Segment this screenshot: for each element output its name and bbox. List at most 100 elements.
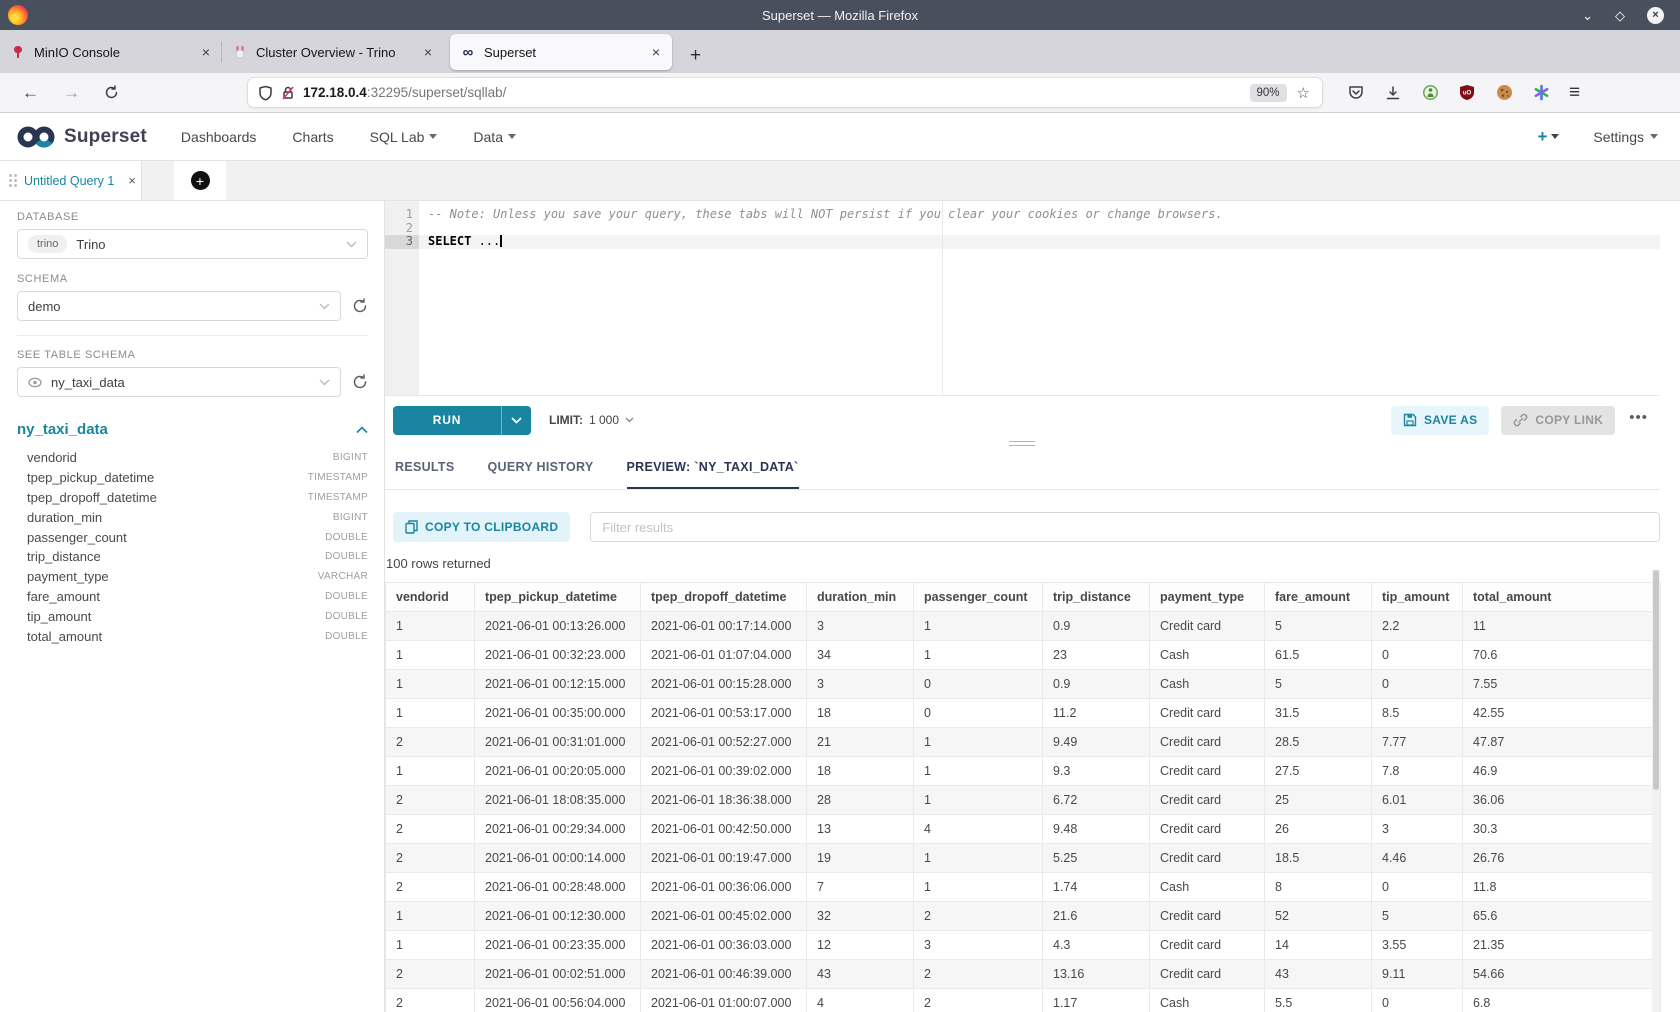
copy-link-button[interactable]: COPY LINK bbox=[1501, 406, 1615, 435]
table-cell: 46.9 bbox=[1463, 757, 1661, 786]
table-eye-icon bbox=[28, 377, 42, 388]
browser-tab-cluster-overview-trino[interactable]: Cluster Overview - Trino × bbox=[222, 34, 444, 70]
south-tab-results[interactable]: RESULTS bbox=[395, 444, 455, 489]
column-header-passenger_count[interactable]: passenger_count bbox=[914, 583, 1043, 612]
nav-item-data[interactable]: Data bbox=[473, 129, 516, 145]
menu-icon[interactable]: ≡ bbox=[1569, 82, 1580, 104]
table-cell: 1 bbox=[914, 873, 1043, 902]
url-bar[interactable]: 172.18.0.4:32295/superset/sqllab/ 90% ☆ bbox=[247, 77, 1323, 108]
copy-to-clipboard-button[interactable]: COPY TO CLIPBOARD bbox=[393, 512, 570, 542]
window-maximize-button[interactable]: ◇ bbox=[1615, 9, 1625, 22]
column-header-fare_amount[interactable]: fare_amount bbox=[1265, 583, 1372, 612]
table-schema-title[interactable]: ny_taxi_data bbox=[17, 421, 356, 438]
window-minimize-button[interactable]: ⌄ bbox=[1582, 9, 1593, 22]
refresh-schema-icon[interactable] bbox=[352, 298, 368, 314]
schema-select[interactable]: demo bbox=[17, 291, 341, 321]
minio-flamingo-icon bbox=[10, 44, 26, 60]
run-dropdown-button[interactable] bbox=[501, 406, 531, 435]
table-cell: 2021-06-01 00:42:50.000 bbox=[641, 815, 807, 844]
column-header-trip_distance[interactable]: trip_distance bbox=[1043, 583, 1150, 612]
insecure-lock-icon[interactable] bbox=[281, 85, 295, 101]
collapse-chevron-up-icon[interactable] bbox=[356, 426, 368, 434]
reload-button[interactable] bbox=[92, 85, 131, 100]
zoom-level-badge[interactable]: 90% bbox=[1250, 84, 1287, 102]
caret-down-icon bbox=[625, 417, 634, 423]
multi-account-containers-icon[interactable] bbox=[1532, 84, 1550, 102]
link-icon bbox=[1513, 413, 1528, 427]
table-cell: 3 bbox=[807, 670, 914, 699]
column-type: TIMESTAMP bbox=[308, 472, 368, 483]
forward-button[interactable]: → bbox=[51, 83, 92, 103]
tab-close-icon[interactable]: × bbox=[422, 44, 434, 60]
browser-tab-minio-console[interactable]: MinIO Console× bbox=[0, 34, 222, 70]
more-options-button[interactable]: ••• bbox=[1627, 409, 1654, 432]
print-margin-line bbox=[942, 201, 943, 395]
browser-tab-title: Cluster Overview - Trino bbox=[256, 45, 414, 60]
download-icon[interactable] bbox=[1384, 84, 1402, 102]
superset-logo[interactable]: Superset bbox=[16, 125, 147, 149]
table-cell: 11.8 bbox=[1463, 873, 1661, 902]
nav-item-charts[interactable]: Charts bbox=[292, 129, 333, 145]
table-cell: 2021-06-01 00:36:03.000 bbox=[641, 931, 807, 960]
table-cell: Cash bbox=[1150, 873, 1265, 902]
new-tab-button[interactable]: + bbox=[676, 45, 715, 73]
query-tab-close-icon[interactable]: × bbox=[128, 173, 136, 188]
settings-menu[interactable]: Settings bbox=[1593, 129, 1658, 145]
filter-results-input[interactable] bbox=[590, 512, 1660, 542]
table-cell: 21.6 bbox=[1043, 902, 1150, 931]
scrollbar-thumb[interactable] bbox=[1653, 570, 1659, 790]
table-cell: 2021-06-01 01:00:07.000 bbox=[641, 989, 807, 1012]
table-cell: 7.55 bbox=[1463, 670, 1661, 699]
privacy-extension-icon[interactable] bbox=[1421, 84, 1439, 102]
column-header-tip_amount[interactable]: tip_amount bbox=[1372, 583, 1463, 612]
table-cell: 9.48 bbox=[1043, 815, 1150, 844]
column-header-duration_min[interactable]: duration_min bbox=[807, 583, 914, 612]
table-cell: Credit card bbox=[1150, 844, 1265, 873]
add-query-tab-button[interactable]: + bbox=[174, 161, 226, 200]
nav-item-label: SQL Lab bbox=[370, 129, 425, 145]
line-number: 3 bbox=[385, 235, 419, 249]
back-button[interactable]: ← bbox=[10, 83, 51, 103]
limit-dropdown[interactable]: LIMIT: 1 000 bbox=[549, 413, 634, 427]
new-query-plus-button[interactable]: + bbox=[1537, 127, 1559, 147]
database-type-tag: trino bbox=[28, 235, 67, 253]
url-text[interactable]: 172.18.0.4:32295/superset/sqllab/ bbox=[303, 85, 506, 100]
table-row: 12021-06-01 00:13:26.0002021-06-01 00:17… bbox=[386, 612, 1661, 641]
column-header-tpep_pickup_datetime[interactable]: tpep_pickup_datetime bbox=[475, 583, 641, 612]
pocket-icon[interactable] bbox=[1347, 84, 1365, 102]
refresh-table-icon[interactable] bbox=[352, 374, 368, 390]
tab-close-icon[interactable]: × bbox=[200, 44, 212, 60]
table-cell: 14 bbox=[1265, 931, 1372, 960]
sql-editor[interactable]: 123 -- Note: Unless you save your query,… bbox=[385, 201, 1660, 396]
query-tab-active[interactable]: Untitled Query 1 × bbox=[0, 161, 142, 200]
table-cell: 1 bbox=[914, 757, 1043, 786]
editor-code[interactable]: -- Note: Unless you save your query, the… bbox=[419, 201, 1660, 395]
south-tab-query-history[interactable]: QUERY HISTORY bbox=[488, 444, 594, 489]
window-close-button[interactable]: × bbox=[1647, 7, 1664, 24]
ublock-origin-icon[interactable]: uO bbox=[1458, 84, 1476, 102]
pane-resize-handle[interactable] bbox=[1009, 441, 1035, 449]
results-scrollbar[interactable] bbox=[1652, 570, 1660, 1012]
nav-item-sql-lab[interactable]: SQL Lab bbox=[370, 129, 438, 145]
tab-close-icon[interactable]: × bbox=[650, 44, 662, 60]
table-select[interactable]: ny_taxi_data bbox=[17, 367, 341, 397]
database-select[interactable]: trino Trino bbox=[17, 229, 368, 259]
sqllab-left-panel: DATABASE trino Trino SCHEMA demo SEE TAB… bbox=[0, 201, 385, 1012]
save-as-button[interactable]: SAVE AS bbox=[1391, 406, 1489, 435]
nav-item-dashboards[interactable]: Dashboards bbox=[181, 129, 257, 145]
editor-gutter: 123 bbox=[385, 201, 419, 395]
table-cell: 13.16 bbox=[1043, 960, 1150, 989]
column-header-total_amount[interactable]: total_amount bbox=[1463, 583, 1661, 612]
column-header-tpep_dropoff_datetime[interactable]: tpep_dropoff_datetime bbox=[641, 583, 807, 612]
drag-handle-icon[interactable] bbox=[9, 174, 17, 187]
bookmark-star-icon[interactable]: ☆ bbox=[1295, 84, 1312, 102]
table-cell: 27.5 bbox=[1265, 757, 1372, 786]
run-button[interactable]: RUN bbox=[393, 406, 531, 435]
south-tab-preview[interactable]: PREVIEW: `NY_TAXI_DATA` bbox=[627, 444, 799, 489]
column-type: TIMESTAMP bbox=[308, 492, 368, 503]
browser-tab-superset[interactable]: ∞Superset× bbox=[450, 34, 672, 70]
shield-icon[interactable] bbox=[258, 85, 273, 101]
cookie-extension-icon[interactable] bbox=[1495, 84, 1513, 102]
column-header-vendorid[interactable]: vendorid bbox=[386, 583, 475, 612]
column-header-payment_type[interactable]: payment_type bbox=[1150, 583, 1265, 612]
